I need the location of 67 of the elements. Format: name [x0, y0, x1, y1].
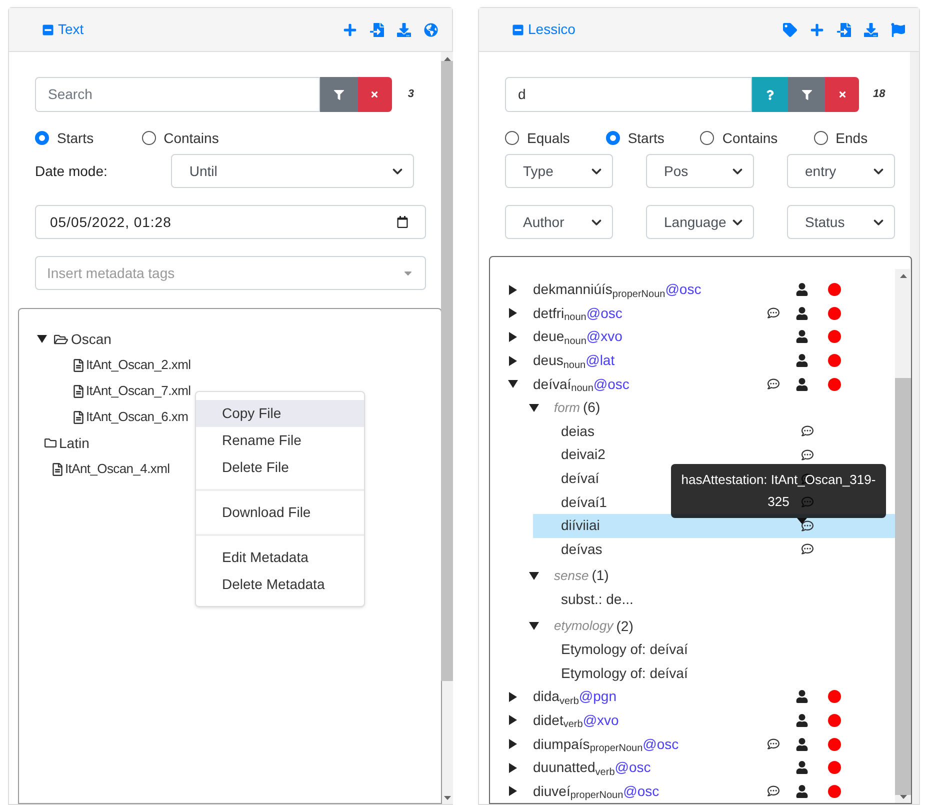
section-count: (1) [592, 566, 609, 586]
dropdown-select[interactable]: Author [505, 205, 613, 239]
form-label: Etymology of: deívaí [561, 640, 688, 660]
lexical-entry[interactable]: dekmanniúís$_{properNoun}$@osc [533, 279, 763, 300]
radio-label: Contains [164, 128, 219, 148]
radio-label: Contains [722, 128, 778, 148]
radio-label: Ends [836, 128, 868, 148]
result-count: 18 [873, 87, 886, 102]
tree-file[interactable]: ItAnt_Oscan_2.xml [86, 355, 191, 375]
section-count: (6) [583, 398, 600, 418]
tree-file[interactable]: ItAnt_Oscan_6.xm [86, 407, 188, 427]
date-mode-label: Date mode: [35, 162, 108, 180]
menu-item[interactable]: Copy File [196, 400, 364, 427]
dropdown-select[interactable]: Status [787, 205, 895, 239]
tree-row[interactable]: Etymology of: deívaí [533, 638, 895, 662]
date-value: 05/05/2022, 01:28 [50, 212, 172, 232]
form-label: diíviiai [561, 516, 600, 536]
tree-row[interactable]: deias [533, 420, 895, 444]
menu-item[interactable]: Rename File [196, 427, 364, 454]
lexical-entry[interactable]: deívaí$_{noun}$@osc [533, 374, 763, 395]
lexical-entry[interactable]: diuveí$_{properNoun}$@osc [533, 780, 763, 802]
lexical-entry[interactable]: dida$_{verb}$@pgn [533, 686, 763, 708]
lexical-entry[interactable]: didet$_{verb}$@xvo [533, 710, 763, 731]
menu-item[interactable]: Edit Metadata [196, 544, 364, 571]
tree-folder[interactable]: Latin [59, 432, 90, 454]
tree-row[interactable]: Etymology of: deívaí [533, 662, 895, 686]
section-count: (2) [616, 616, 634, 636]
date-mode-select[interactable]: Until [171, 154, 414, 188]
lexical-entry[interactable]: deus$_{noun}$@lat [533, 350, 763, 372]
radio-label: Starts [57, 128, 94, 148]
tree-row[interactable]: deivai2 [533, 443, 895, 467]
lexical-entry[interactable]: deue$_{noun}$@xvo [533, 326, 763, 348]
dropdown-select[interactable]: Pos [646, 154, 754, 188]
search-field[interactable]: Search [35, 77, 320, 112]
radio-label: Equals [527, 128, 570, 148]
lexical-entry[interactable]: detfri$_{noun}$@osc [533, 302, 763, 324]
date-field[interactable]: 05/05/2022, 01:28 [35, 205, 426, 239]
dropdown-select[interactable]: Language [646, 205, 754, 239]
dropdown-select[interactable]: entry [787, 154, 895, 188]
result-count: 3 [408, 87, 414, 102]
radio-label: Starts [628, 128, 664, 148]
tree-file[interactable]: ItAnt_Oscan_7.xml [86, 381, 191, 401]
section-label[interactable]: form [554, 398, 580, 418]
tree-file[interactable]: ItAnt_Oscan_4.xml [65, 459, 170, 479]
form-label: deívaí1 [561, 492, 607, 512]
tags-placeholder: Insert metadata tags [47, 264, 175, 283]
section-label[interactable]: etymology [554, 616, 614, 636]
form-label: deívas [561, 540, 602, 559]
tooltip-text: hasAttestation: ItAnt_Oscan_319-325 [681, 472, 876, 509]
lexical-entry[interactable]: diumpaís$_{properNoun}$@osc [533, 734, 763, 755]
form-label: Etymology of: deívaí [561, 664, 688, 683]
menu-item[interactable]: Delete Metadata [196, 571, 364, 598]
section-label[interactable]: sense [554, 566, 589, 586]
panel-title[interactable]: Lessico [528, 19, 576, 40]
menu-item[interactable]: Delete File [196, 454, 364, 481]
tree-folder[interactable]: Oscan [71, 328, 112, 350]
search-field[interactable]: d [505, 77, 752, 112]
form-label: deívaí [561, 469, 600, 488]
tree-row[interactable]: deívas [533, 538, 895, 562]
form-label: deias [561, 422, 594, 441]
dropdown-select[interactable]: Type [505, 154, 613, 188]
form-label: subst.: de... [561, 590, 634, 610]
form-label: deivai2 [561, 445, 606, 464]
menu-item[interactable]: Download File [196, 499, 364, 526]
panel-title[interactable]: Text [58, 19, 84, 40]
lexical-entry[interactable]: duunatted$_{verb}$@osc [533, 757, 763, 778]
tree-row[interactable]: subst.: de... [533, 588, 895, 612]
